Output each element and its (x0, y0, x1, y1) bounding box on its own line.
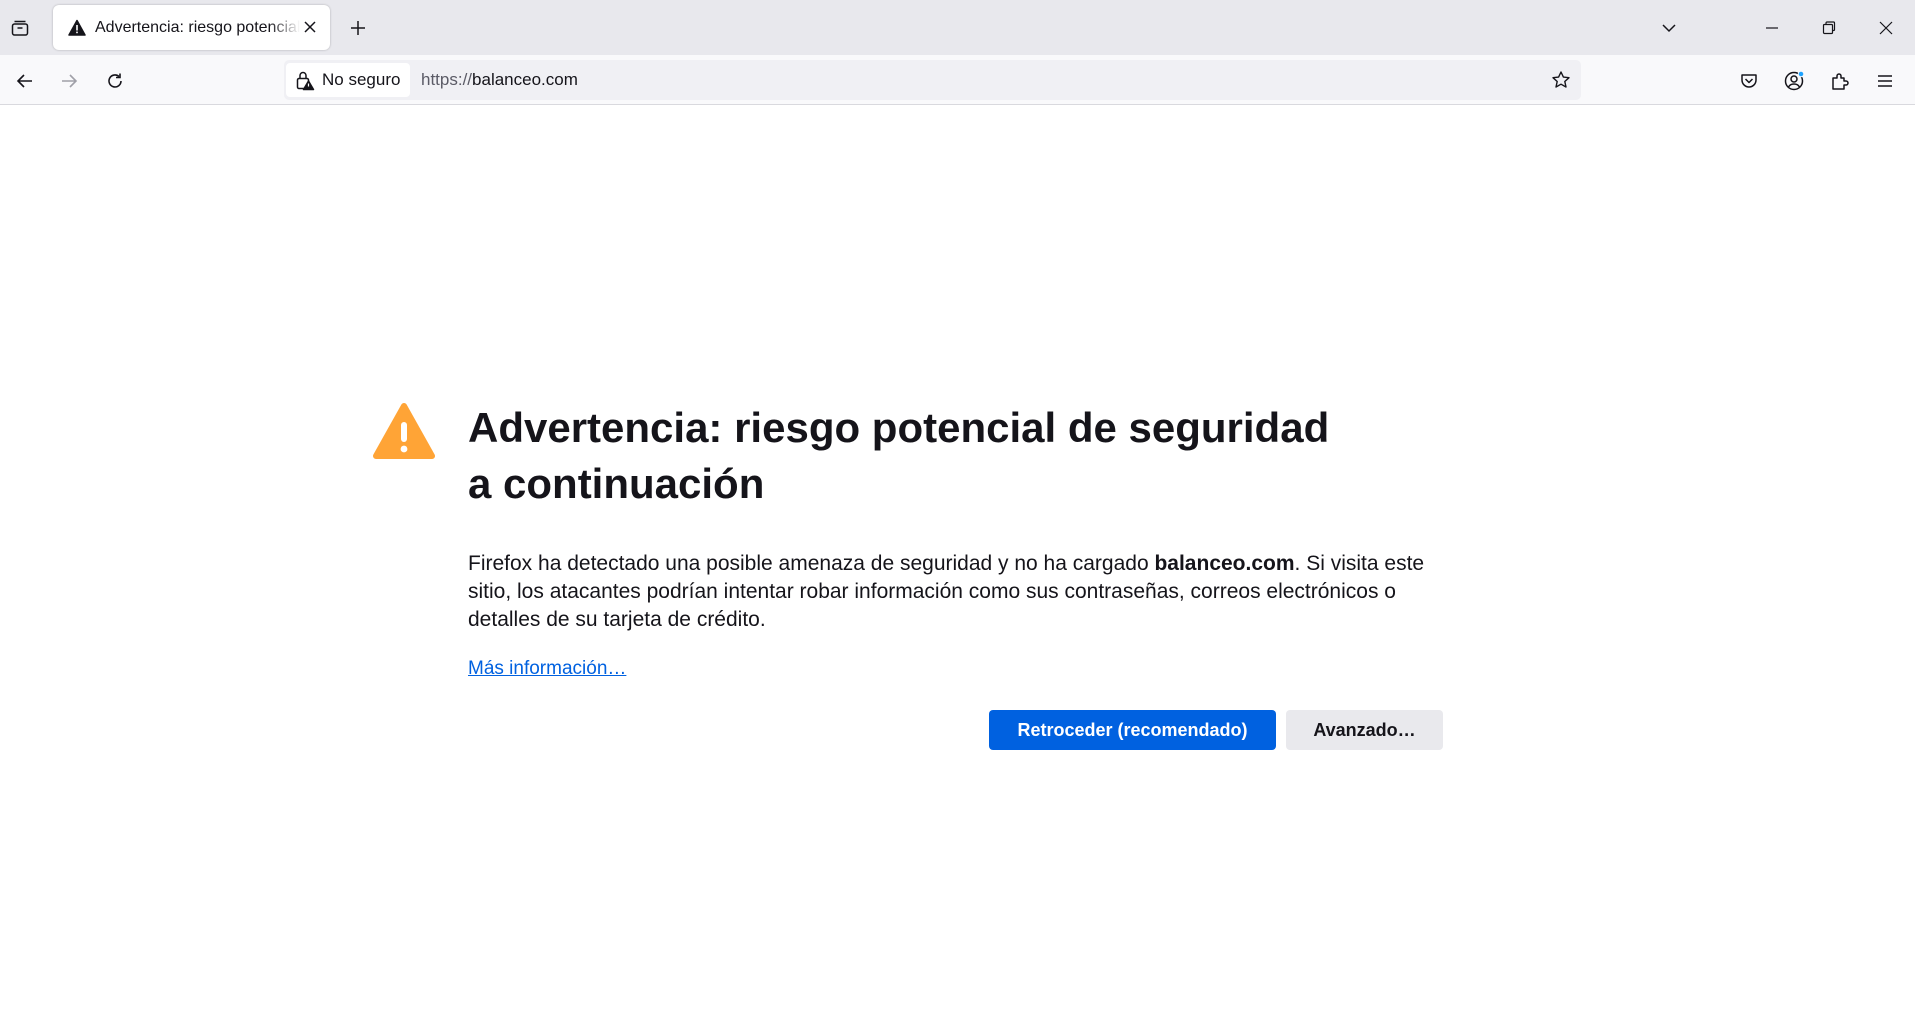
description-text-start: Firefox ha detectado una posible amenaza… (468, 552, 1155, 575)
url-bar[interactable]: No seguro https://balanceo.com (284, 60, 1581, 100)
description-host: balanceo.com (1154, 552, 1295, 575)
back-arrow-icon[interactable] (9, 65, 41, 97)
learn-more-link[interactable]: Más información… (468, 658, 626, 680)
advanced-button[interactable]: Avanzado… (1286, 710, 1443, 750)
not-secure-label: No seguro (322, 70, 401, 89)
extensions-puzzle-icon[interactable] (1824, 65, 1856, 97)
warning-triangle-icon (67, 18, 87, 38)
close-window-icon[interactable] (1868, 10, 1904, 46)
insecure-lock-icon (294, 69, 316, 91)
reload-icon[interactable] (99, 65, 131, 97)
pocket-icon[interactable] (1733, 65, 1765, 97)
url-text[interactable]: https://balanceo.com (421, 70, 578, 90)
go-back-button[interactable]: Retroceder (recomendado) (989, 710, 1276, 750)
close-tab-icon[interactable] (300, 17, 320, 37)
new-tab-icon[interactable] (344, 14, 372, 42)
tab-title: Advertencia: riesgo potencial de segurid… (95, 18, 300, 36)
active-tab[interactable]: Advertencia: riesgo potencial de segurid… (53, 5, 330, 50)
minimize-window-icon[interactable] (1754, 10, 1790, 46)
navigation-toolbar: No seguro https://balanceo.com (0, 55, 1915, 105)
chevron-down-icon[interactable] (1655, 14, 1683, 42)
error-description: Firefox ha detectado una posible amenaza… (468, 550, 1428, 634)
hamburger-menu-icon[interactable] (1869, 65, 1901, 97)
tab-strip: Advertencia: riesgo potencial de segurid… (0, 0, 1915, 55)
list-all-tabs-icon[interactable] (6, 14, 34, 42)
url-host: balanceo.com (472, 70, 578, 89)
url-scheme: https:// (421, 70, 473, 89)
restore-window-icon[interactable] (1811, 10, 1847, 46)
site-identity-button[interactable]: No seguro (286, 63, 410, 97)
bookmark-star-icon[interactable] (1547, 66, 1575, 94)
forward-arrow-icon[interactable] (53, 65, 85, 97)
error-title: Advertencia: riesgo potencial de segurid… (468, 404, 1330, 507)
account-icon[interactable] (1778, 65, 1810, 97)
warning-triangle-icon (372, 400, 436, 464)
